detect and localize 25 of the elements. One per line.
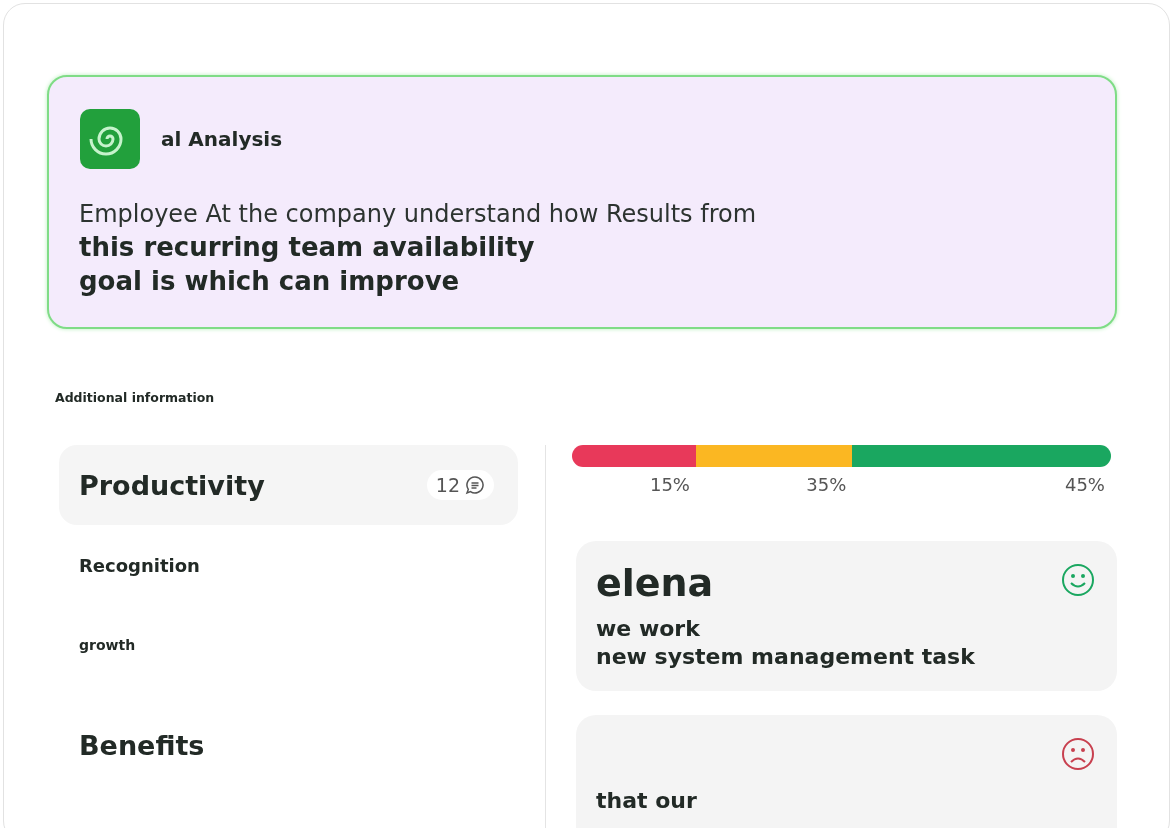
percent-label: 45% [1064, 474, 1106, 495]
person-name: elena [596, 561, 714, 605]
headline-text: goal is which can improve [79, 265, 461, 298]
spiral-logo-icon [79, 108, 141, 170]
feedback-text: that our [596, 787, 698, 815]
category-item[interactable]: growth [59, 625, 518, 665]
comment-count: 12 [426, 470, 494, 500]
category-label: Benefits [79, 729, 205, 761]
lead-text: Employee At the company understand how Results from [79, 199, 758, 230]
comment-icon [465, 475, 485, 495]
card-title: al Analysis [161, 127, 283, 151]
category-label: growth [79, 637, 136, 653]
percent-label: 15% [649, 474, 691, 495]
category-item[interactable]: Benefits [59, 705, 518, 785]
frown-icon [1061, 737, 1095, 771]
smiley-icon [1061, 563, 1095, 597]
section-title: Additional information [55, 390, 216, 405]
category-item[interactable]: Productivity 12 [59, 445, 518, 525]
feedback-text: we work [596, 615, 701, 643]
category-item[interactable]: Recognition [59, 545, 518, 585]
percent-label: 35% [806, 474, 848, 495]
feedback-text: new system management task [596, 643, 976, 671]
headline-text: this recurring team availability [79, 231, 536, 264]
category-label: Recognition [79, 554, 200, 576]
category-label: Productivity [79, 469, 265, 501]
